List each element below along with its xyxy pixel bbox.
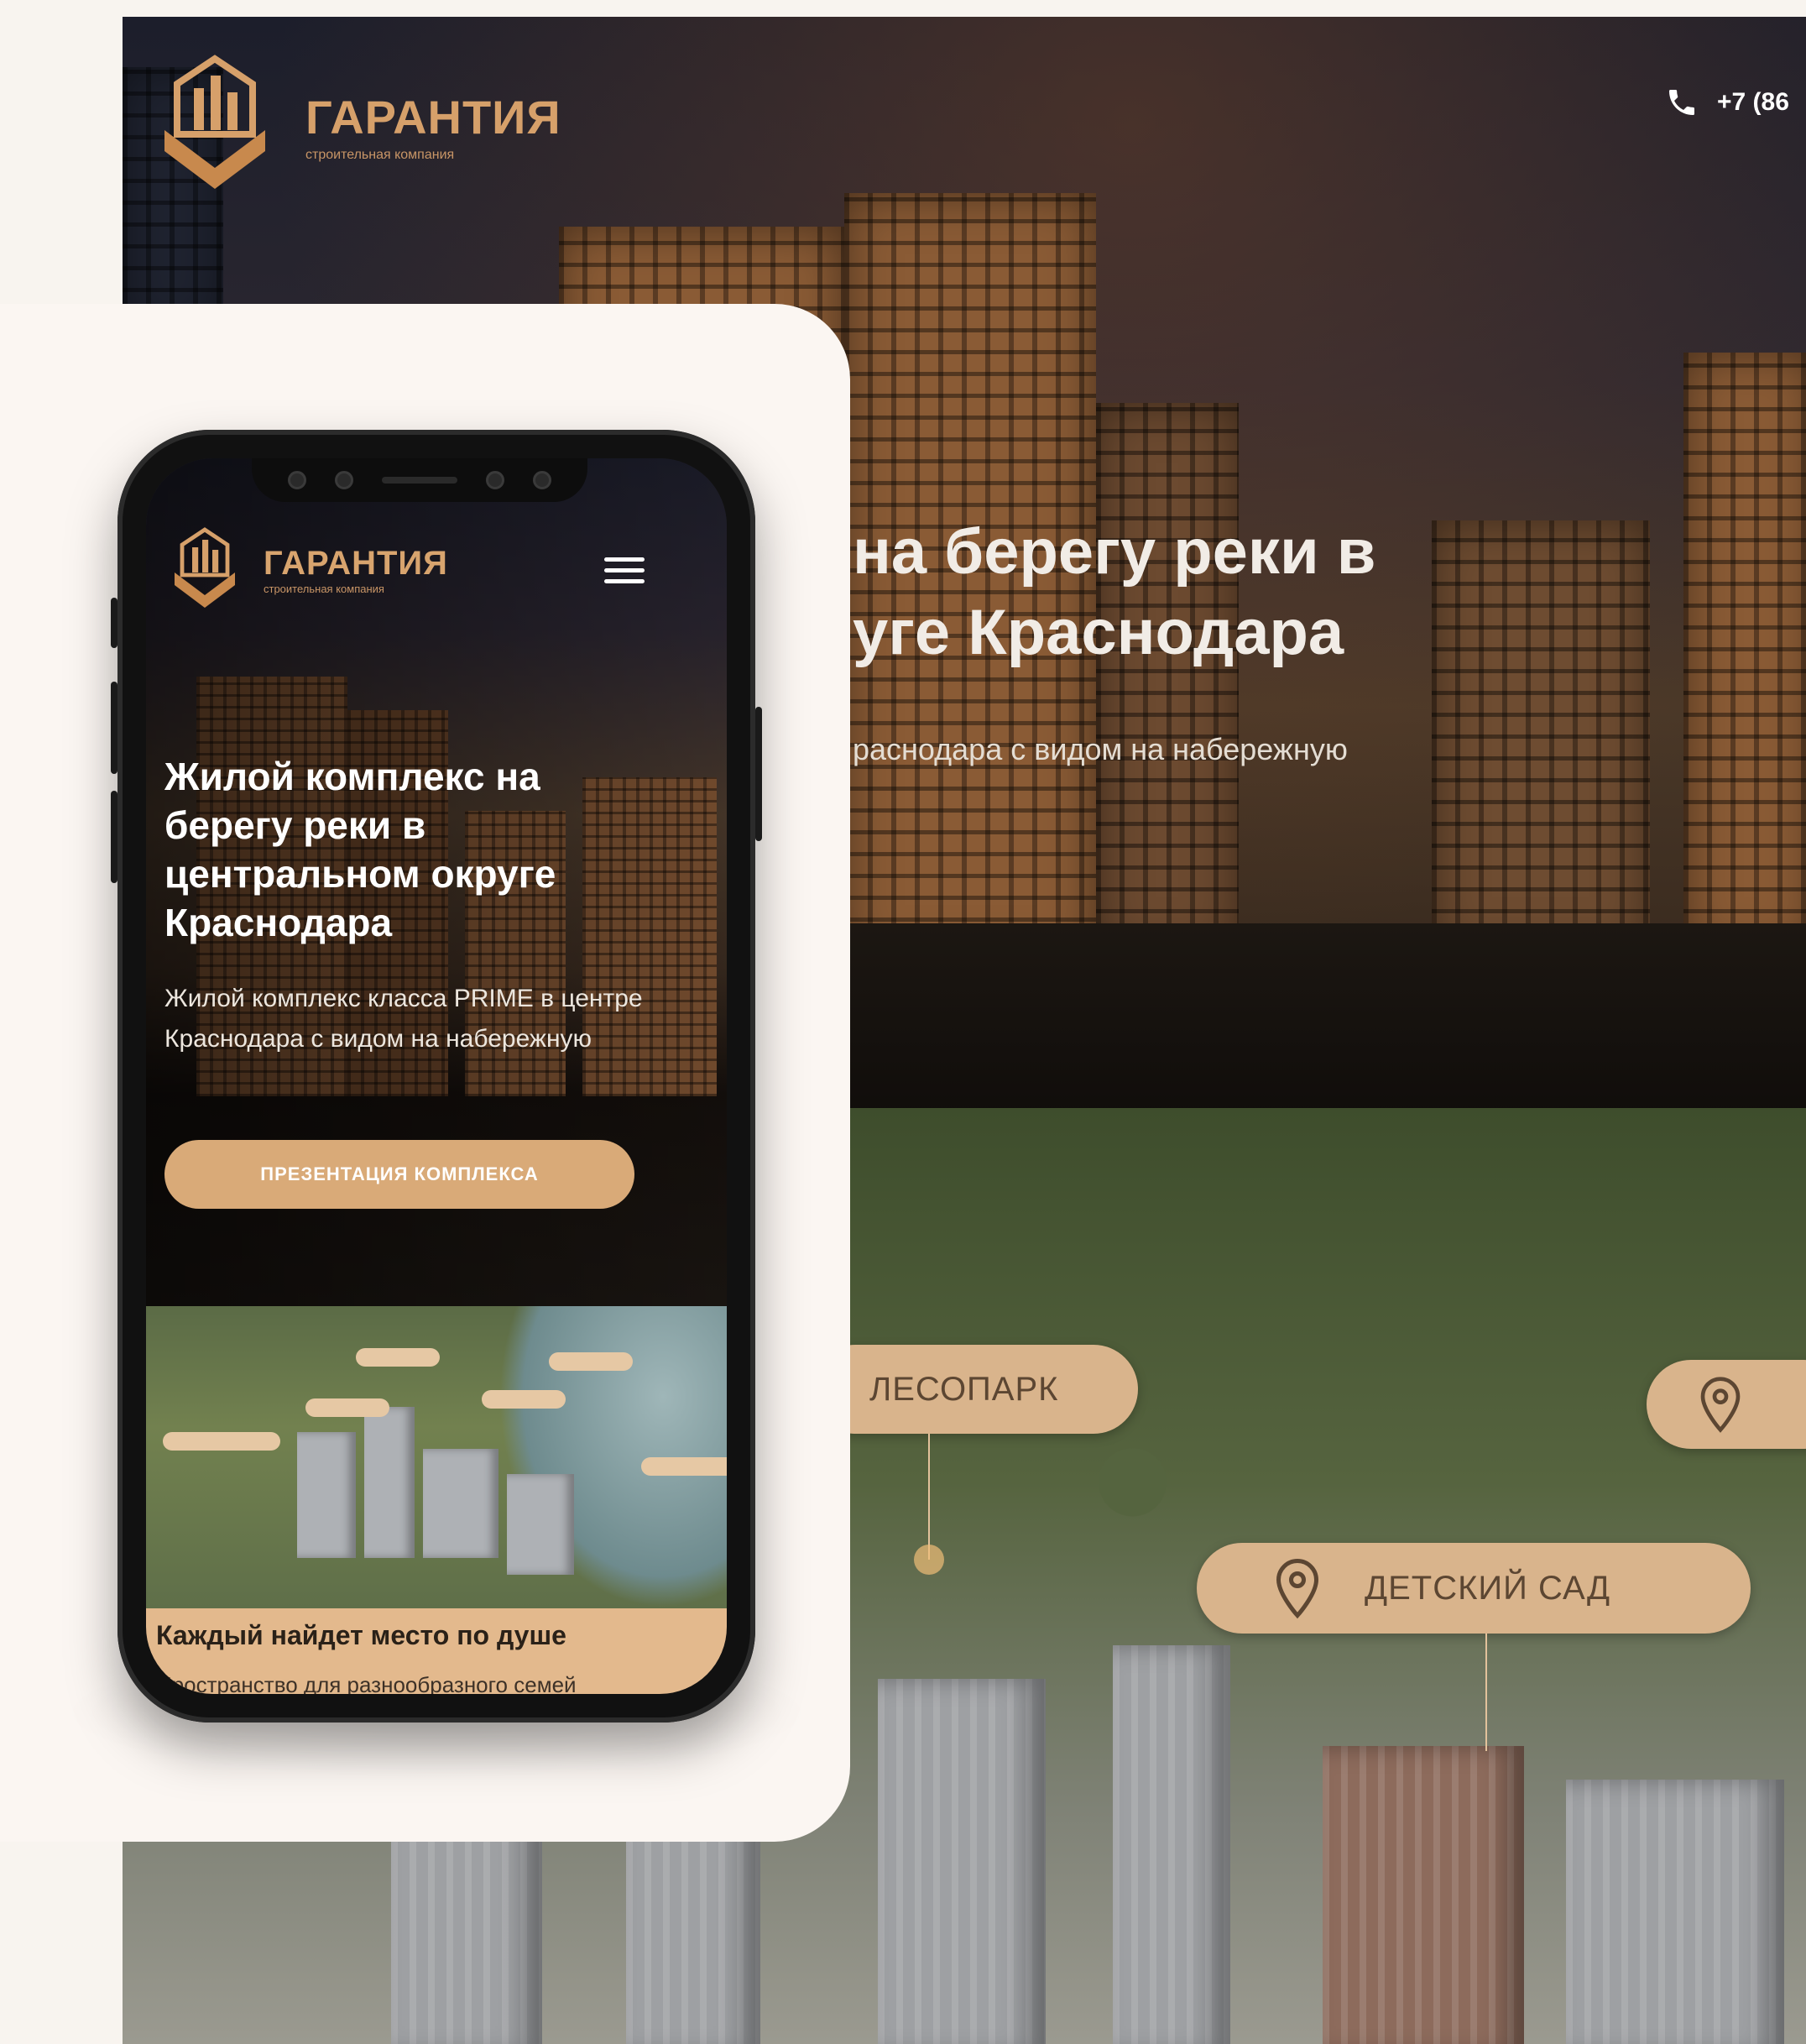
building — [1432, 520, 1650, 957]
map-building — [1566, 1780, 1784, 2044]
mobile-logo[interactable]: ГАРАНТИЯ строительная компания — [164, 524, 448, 616]
map-label-text: ДЕТСКИЙ САД — [1365, 1569, 1611, 1607]
menu-bar — [604, 568, 645, 572]
map-label[interactable] — [163, 1432, 280, 1451]
camera-icon — [486, 471, 504, 489]
phone-screen: ГАРАНТИЯ строительная компания Жилой ком… — [146, 458, 727, 1694]
title-line-2: уге Краснодара — [853, 597, 1344, 668]
phone-side-button — [111, 682, 117, 774]
map-building — [364, 1407, 415, 1558]
menu-bar — [604, 579, 645, 583]
map-label-forest-park[interactable]: ЛЕСОПАРК — [811, 1345, 1138, 1434]
camera-icon — [335, 471, 353, 489]
map-label[interactable] — [482, 1390, 566, 1409]
speaker-grille — [382, 477, 457, 484]
header-phone[interactable]: +7 (86 — [1665, 86, 1789, 119]
title-line-1: на берегу реки в — [853, 516, 1376, 588]
building — [1096, 403, 1239, 957]
brand-name: ГАРАНТИЯ — [305, 90, 561, 144]
map-label[interactable] — [641, 1457, 727, 1476]
phone-mockup: ГАРАНТИЯ строительная компания Жилой ком… — [111, 430, 762, 1723]
camera-icon — [288, 471, 306, 489]
map-building — [1113, 1645, 1230, 2044]
location-pin-icon — [1276, 1558, 1319, 1619]
location-pin-icon — [1700, 1377, 1741, 1433]
desktop-hero-title: на берегу реки в уге Краснодара — [853, 512, 1376, 673]
menu-icon[interactable] — [604, 557, 645, 590]
map-label-pin[interactable] — [1647, 1360, 1806, 1449]
map-building — [391, 1813, 542, 2044]
logo-icon — [164, 55, 265, 189]
map-building — [878, 1679, 1046, 2044]
mobile-hero: ГАРАНТИЯ строительная компания Жилой ком… — [146, 458, 727, 1306]
mobile-section: Каждый найдет место по душе Пространство… — [146, 1608, 727, 1694]
map-label-kindergarten[interactable]: ДЕТСКИЙ САД — [1197, 1543, 1751, 1634]
phone-side-button — [111, 598, 117, 648]
mobile-hero-title: Жилой комплекс на берегу реки в централь… — [164, 755, 556, 944]
desktop-hero-subtitle: раснодара с видом на набережную — [853, 732, 1348, 766]
map-label[interactable] — [549, 1352, 633, 1371]
phone-icon — [1669, 90, 1694, 115]
section-title: Каждый найдет место по душе — [156, 1620, 566, 1650]
phone-notch — [252, 458, 587, 502]
mobile-hero-description: Жилой комплекс класса PRIME в центре Кра… — [164, 985, 643, 1053]
pin-dot — [914, 1545, 944, 1575]
menu-bar — [604, 557, 645, 562]
camera-icon — [533, 471, 551, 489]
map-label[interactable] — [356, 1348, 440, 1367]
brand-name: ГАРАНТИЯ — [264, 545, 448, 582]
mobile-map-preview — [146, 1306, 727, 1608]
brand-tagline: строительная компания — [305, 147, 455, 162]
desktop-logo[interactable]: ГАРАНТИЯ строительная компания — [148, 50, 561, 201]
map-label[interactable] — [305, 1398, 389, 1417]
map-building — [297, 1432, 356, 1558]
pin-line — [928, 1434, 930, 1560]
map-building — [1323, 1746, 1524, 2044]
presentation-button[interactable]: ПРЕЗЕНТАЦИЯ КОМПЛЕКСА — [164, 1140, 634, 1209]
map-label-text: ЛЕСОПАРК — [869, 1370, 1059, 1408]
phone-side-button — [755, 707, 762, 841]
building — [1683, 353, 1806, 957]
section-text: Пространство для разнообразного семей — [156, 1672, 577, 1694]
map-building — [423, 1449, 498, 1558]
phone-side-button — [111, 791, 117, 883]
logo-icon — [175, 527, 235, 608]
brand-tagline: строительная компания — [264, 583, 384, 595]
phone-number: +7 (86 — [1717, 88, 1789, 116]
pin-line — [1485, 1634, 1487, 1751]
map-building — [507, 1474, 574, 1575]
